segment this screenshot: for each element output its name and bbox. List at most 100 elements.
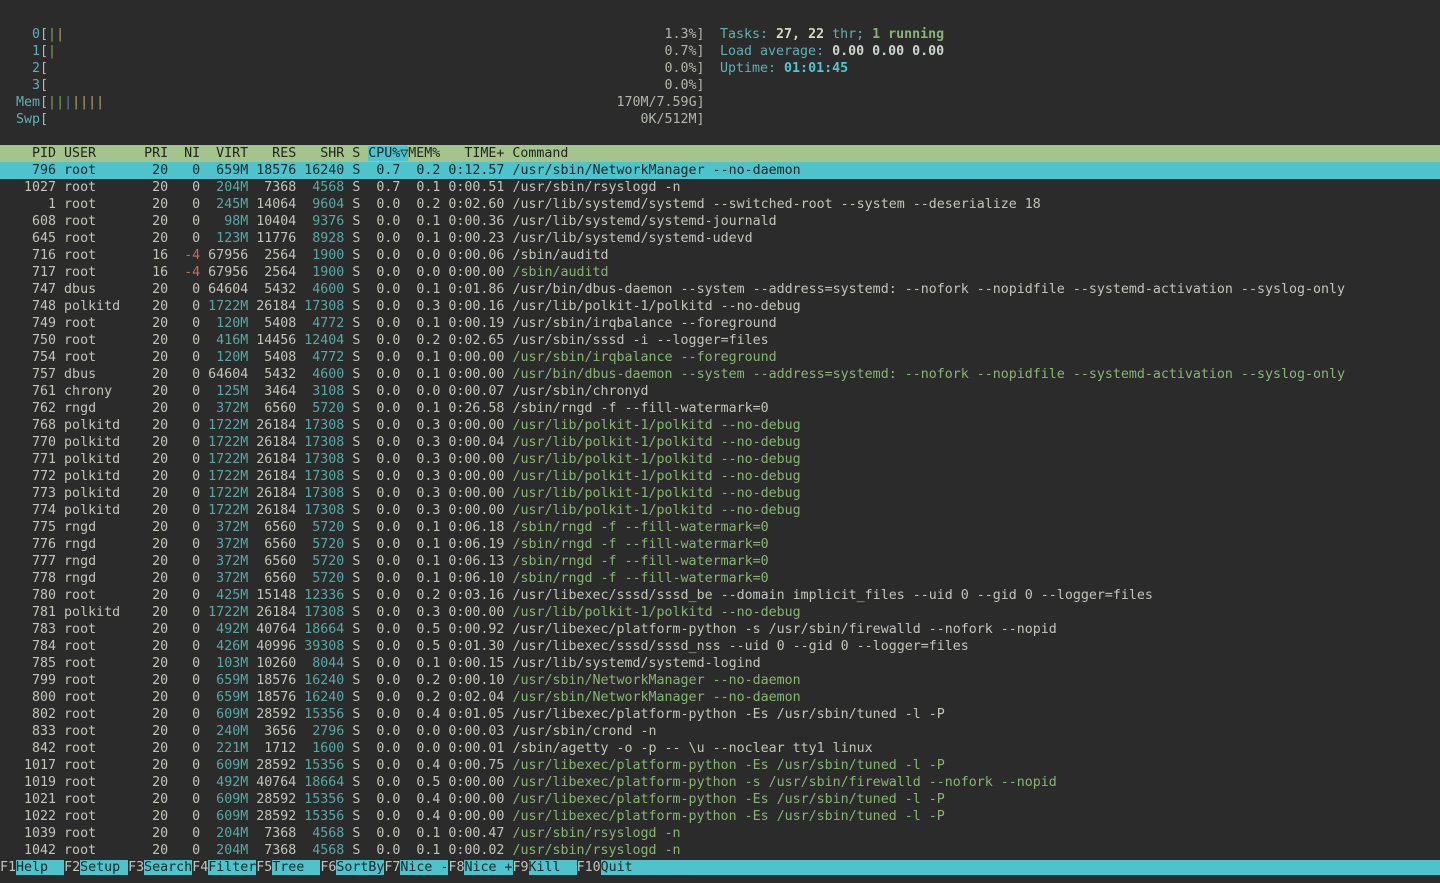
process-row[interactable]: 833 root 20 0 240M 3656 2796 S 0.0 0.0 0…	[0, 723, 1440, 740]
process-row-selected[interactable]: 796 root 20 0 659M 18576 16240 S 0.7 0.2…	[0, 162, 1440, 179]
res-cell: 1712	[248, 741, 296, 756]
fkey-label: Tree	[272, 860, 320, 875]
fkey-key: F6	[320, 860, 336, 875]
column-header-cpu-sorted[interactable]: CPU%▽	[368, 146, 408, 161]
process-row[interactable]: 802 root 20 0 609M 28592 15356 S 0.0 0.4…	[0, 706, 1440, 723]
user-cell: polkitd	[56, 486, 136, 501]
process-row[interactable]: 784 root 20 0 426M 40996 39308 S 0.0 0.5…	[0, 638, 1440, 655]
shr-cell: 4568	[296, 826, 344, 841]
process-row[interactable]: 770 polkitd 20 0 1722M 26184 17308 S 0.0…	[0, 434, 1440, 451]
process-row[interactable]: 783 root 20 0 492M 40764 18664 S 0.0 0.5…	[0, 621, 1440, 638]
virt-cell: 1722M	[200, 469, 248, 484]
process-row[interactable]: 749 root 20 0 120M 5408 4772 S 0.0 0.1 0…	[0, 315, 1440, 332]
process-row[interactable]: 777 rngd 20 0 372M 6560 5720 S 0.0 0.1 0…	[0, 553, 1440, 570]
process-row[interactable]: 757 dbus 20 0 64604 5432 4600 S 0.0 0.1 …	[0, 366, 1440, 383]
process-row[interactable]: 799 root 20 0 659M 18576 16240 S 0.0 0.2…	[0, 672, 1440, 689]
virt-cell: 372M	[200, 554, 248, 569]
command-cell: /usr/lib/systemd/systemd --switched-root…	[504, 197, 1040, 212]
pri-cell: 20	[136, 282, 168, 297]
process-row[interactable]: 781 polkitd 20 0 1722M 26184 17308 S 0.0…	[0, 604, 1440, 621]
process-row[interactable]: 747 dbus 20 0 64604 5432 4600 S 0.0 0.1 …	[0, 281, 1440, 298]
column-headers-right[interactable]: MEM% TIME+ Command	[408, 146, 568, 161]
cpu-cell: 0.0	[360, 656, 400, 671]
shr-cell: 1900	[296, 265, 344, 280]
pri-cell: 20	[136, 843, 168, 858]
mem-cell: 0.4	[400, 792, 440, 807]
process-row[interactable]: 608 root 20 0 98M 10404 9376 S 0.0 0.1 0…	[0, 213, 1440, 230]
process-row[interactable]: 1019 root 20 0 492M 40764 18664 S 0.0 0.…	[0, 774, 1440, 791]
meter-bar: |	[64, 95, 72, 110]
meter-value: 0.7%	[664, 44, 696, 59]
process-row[interactable]: 773 polkitd 20 0 1722M 26184 17308 S 0.0…	[0, 485, 1440, 502]
fkey-key: F10	[577, 860, 601, 875]
command-cell: /usr/libexec/platform-python -s /usr/sbi…	[504, 775, 1056, 790]
process-row[interactable]: 768 polkitd 20 0 1722M 26184 17308 S 0.0…	[0, 417, 1440, 434]
virt-cell: 67956	[200, 265, 248, 280]
pid-cell: 796	[0, 163, 56, 178]
mem-cell: 0.2	[400, 673, 440, 688]
nice-cell: -4	[168, 248, 200, 263]
pri-cell: 20	[136, 656, 168, 671]
process-row[interactable]: 774 polkitd 20 0 1722M 26184 17308 S 0.0…	[0, 502, 1440, 519]
pid-cell: 776	[0, 537, 56, 552]
process-row[interactable]: 1017 root 20 0 609M 28592 15356 S 0.0 0.…	[0, 757, 1440, 774]
user-cell: root	[56, 248, 136, 263]
fkey-item-tree[interactable]: F5Tree	[256, 860, 320, 875]
state-cell: S	[344, 367, 360, 382]
process-row[interactable]: 1039 root 20 0 204M 7368 4568 S 0.0 0.1 …	[0, 825, 1440, 842]
fkey-item-kill[interactable]: F9Kill	[513, 860, 577, 875]
cpu-cell: 0.0	[360, 554, 400, 569]
fkey-item-search[interactable]: F3Search	[128, 860, 192, 875]
fkey-item-filter[interactable]: F4Filter	[192, 860, 256, 875]
process-row[interactable]: 1022 root 20 0 609M 28592 15356 S 0.0 0.…	[0, 808, 1440, 825]
fkey-item-help[interactable]: F1Help	[0, 860, 64, 875]
process-row[interactable]: 785 root 20 0 103M 10260 8044 S 0.0 0.1 …	[0, 655, 1440, 672]
process-row[interactable]: 748 polkitd 20 0 1722M 26184 17308 S 0.0…	[0, 298, 1440, 315]
nice-cell: 0	[168, 384, 200, 399]
process-row[interactable]: 1021 root 20 0 609M 28592 15356 S 0.0 0.…	[0, 791, 1440, 808]
virt-cell: 1722M	[200, 452, 248, 467]
process-row[interactable]: 778 rngd 20 0 372M 6560 5720 S 0.0 0.1 0…	[0, 570, 1440, 587]
virt-cell: 67956	[200, 248, 248, 263]
process-row[interactable]: 771 polkitd 20 0 1722M 26184 17308 S 0.0…	[0, 451, 1440, 468]
virt-cell: 204M	[200, 843, 248, 858]
fkey-item-nice[interactable]: F7Nice -	[384, 860, 448, 875]
process-row[interactable]: 750 root 20 0 416M 14456 12404 S 0.0 0.2…	[0, 332, 1440, 349]
fkey-item-quit[interactable]: F10Quit	[577, 860, 1440, 875]
fkey-item-setup[interactable]: F2Setup	[64, 860, 128, 875]
time-cell: 0:00.16	[440, 299, 504, 314]
process-row[interactable]: 842 root 20 0 221M 1712 1600 S 0.0 0.0 0…	[0, 740, 1440, 757]
time-cell: 0:01.30	[440, 639, 504, 654]
nice-cell: -4	[168, 265, 200, 280]
pri-cell: 20	[136, 435, 168, 450]
column-headers-left[interactable]: PID USER PRI NI VIRT RES SHR S	[0, 146, 368, 161]
virt-cell: 609M	[200, 707, 248, 722]
process-row[interactable]: 780 root 20 0 425M 15148 12336 S 0.0 0.2…	[0, 587, 1440, 604]
process-row[interactable]: 761 chrony 20 0 125M 3464 3108 S 0.0 0.0…	[0, 383, 1440, 400]
process-row[interactable]: 775 rngd 20 0 372M 6560 5720 S 0.0 0.1 0…	[0, 519, 1440, 536]
pid-cell: 781	[0, 605, 56, 620]
process-row[interactable]: 800 root 20 0 659M 18576 16240 S 0.0 0.2…	[0, 689, 1440, 706]
shr-cell: 5720	[296, 537, 344, 552]
command-cell: /usr/lib/polkit-1/polkitd --no-debug	[504, 503, 800, 518]
process-row[interactable]: 762 rngd 20 0 372M 6560 5720 S 0.0 0.1 0…	[0, 400, 1440, 417]
process-row[interactable]: 1042 root 20 0 204M 7368 4568 S 0.0 0.1 …	[0, 842, 1440, 859]
pri-cell: 20	[136, 486, 168, 501]
process-row[interactable]: 645 root 20 0 123M 11776 8928 S 0.0 0.1 …	[0, 230, 1440, 247]
process-row[interactable]: 716 root 16 -4 67956 2564 1900 S 0.0 0.0…	[0, 247, 1440, 264]
process-row[interactable]: 772 polkitd 20 0 1722M 26184 17308 S 0.0…	[0, 468, 1440, 485]
fkey-label: Search	[144, 860, 192, 875]
nice-cell: 0	[168, 690, 200, 705]
time-cell: 0:00.00	[440, 452, 504, 467]
process-row[interactable]: 1027 root 20 0 204M 7368 4568 S 0.7 0.1 …	[0, 179, 1440, 196]
shr-cell: 17308	[296, 435, 344, 450]
process-row[interactable]: 754 root 20 0 120M 5408 4772 S 0.0 0.1 0…	[0, 349, 1440, 366]
time-cell: 0:00.51	[440, 180, 504, 195]
process-row[interactable]: 776 rngd 20 0 372M 6560 5720 S 0.0 0.1 0…	[0, 536, 1440, 553]
process-row[interactable]: 717 root 16 -4 67956 2564 1900 S 0.0 0.0…	[0, 264, 1440, 281]
mem-cell: 0.0	[400, 265, 440, 280]
fkey-item-nice[interactable]: F8Nice +	[448, 860, 512, 875]
tasks-counts: 27, 22	[776, 27, 824, 42]
fkey-item-sortby[interactable]: F6SortBy	[320, 860, 384, 875]
process-row[interactable]: 1 root 20 0 245M 14064 9604 S 0.0 0.2 0:…	[0, 196, 1440, 213]
